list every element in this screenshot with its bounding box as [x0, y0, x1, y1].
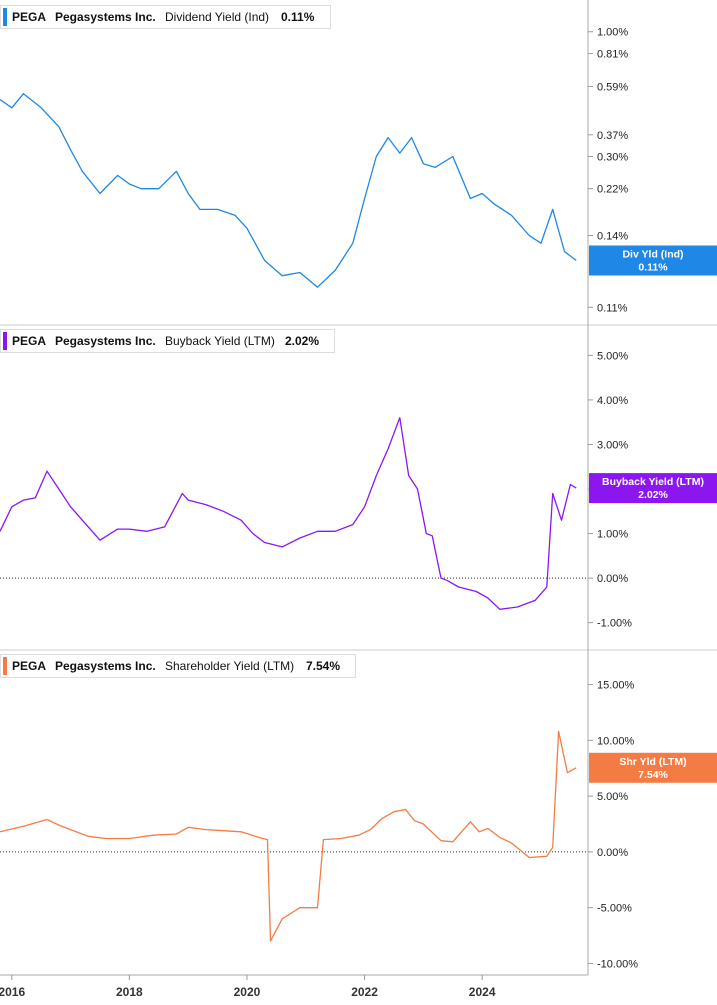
buyback-yield-panel: 5.00%4.00%3.00%2.00%1.00%0.00%-1.00%Buyb… — [0, 350, 717, 630]
x-tick-label: 2018 — [116, 985, 143, 999]
chart-canvas: 1.00% 0.81% 0.59% 0.37% 0.30% 0.22% 0.14% 0.11%… — [0, 0, 717, 999]
current-value-tag-value: 2.02% — [638, 489, 668, 501]
current-value-tag-value: 0.11% — [638, 261, 668, 273]
y-tick-label: 0.11% — [597, 302, 628, 314]
x-axis: 2016 2018 2020 2022 2024 — [0, 975, 496, 999]
x-tick-label: 2020 — [234, 985, 261, 999]
legend-current-value: 2.02% — [285, 334, 319, 348]
y-tick-label: 3.00% — [597, 439, 628, 451]
legend-metric: Shareholder Yield (LTM) — [165, 659, 294, 673]
y-tick-label: 4.00% — [597, 395, 628, 407]
y-tick-label: 1.00% — [597, 27, 628, 39]
series-line — [0, 730, 577, 942]
legend-ticker: PEGA — [12, 334, 46, 348]
legend-color-swatch — [3, 332, 7, 350]
y-tick-label: 0.37% — [597, 130, 628, 142]
current-value-tag-label: Shr Yld (LTM) — [619, 756, 686, 768]
legend-current-value: 0.11% — [281, 10, 315, 24]
y-tick-label: -1.00% — [597, 618, 632, 630]
y-tick-label: 5.00% — [597, 791, 628, 803]
y-tick-label: -10.00% — [597, 958, 638, 970]
legend-color-swatch — [3, 8, 7, 26]
current-value-tag-label: Buyback Yield (LTM) — [602, 476, 704, 488]
y-tick-label: 0.30% — [597, 152, 628, 164]
y-tick-label: 10.00% — [597, 735, 635, 747]
legend-current-value: 7.54% — [306, 659, 340, 673]
y-tick-label: 0.59% — [597, 81, 628, 93]
shareholder-yield-panel: 15.00% 10.00% 5.00% 0.00% -5.00% -10.00% Shr Y… — [0, 680, 717, 970]
y-tick-label: 0.81% — [597, 49, 628, 61]
y-tick-label: 0.00% — [597, 573, 628, 585]
legend-shareholder-yield: PEGA Pegasystems Inc. Shareholder Yield … — [0, 654, 356, 678]
legend-company: Pegasystems Inc. — [55, 659, 156, 673]
legend-company: Pegasystems Inc. — [55, 334, 156, 348]
y-tick-label: 0.22% — [597, 184, 628, 196]
legend-metric: Buyback Yield (LTM) — [165, 334, 275, 348]
y-tick-label: 1.00% — [597, 529, 628, 541]
x-tick-label: 2024 — [469, 985, 496, 999]
series-line — [0, 93, 577, 288]
current-value-tag: Buyback Yield (LTM)2.02% — [589, 473, 717, 504]
legend-dividend-yield: PEGA Pegasystems Inc. Dividend Yield (In… — [0, 5, 331, 29]
current-value-tag: Div Yld (Ind)0.11% — [589, 245, 717, 276]
legend-metric: Dividend Yield (Ind) — [165, 10, 269, 24]
current-value-tag-label: Div Yld (Ind) — [622, 248, 683, 260]
legend-company: Pegasystems Inc. — [55, 10, 156, 24]
legend-ticker: PEGA — [12, 659, 46, 673]
x-tick-label: 2016 — [0, 985, 25, 999]
series-line — [0, 417, 577, 610]
y-tick-label: 15.00% — [597, 680, 635, 692]
legend-ticker: PEGA — [12, 10, 46, 24]
y-tick-label: -5.00% — [597, 903, 632, 915]
legend-color-swatch — [3, 657, 7, 675]
current-value-tag: Shr Yld (LTM)7.54% — [589, 752, 717, 783]
current-value-tag-value: 7.54% — [638, 769, 668, 781]
legend-buyback-yield: PEGA Pegasystems Inc. Buyback Yield (LTM… — [0, 329, 335, 353]
y-tick-label: 0.00% — [597, 847, 628, 859]
y-tick-label: 5.00% — [597, 350, 628, 362]
y-tick-label: 0.14% — [597, 230, 628, 242]
x-tick-label: 2022 — [351, 985, 378, 999]
dividend-yield-panel: 1.00% 0.81% 0.59% 0.37% 0.30% 0.22% 0.14% 0.11%… — [0, 27, 717, 314]
